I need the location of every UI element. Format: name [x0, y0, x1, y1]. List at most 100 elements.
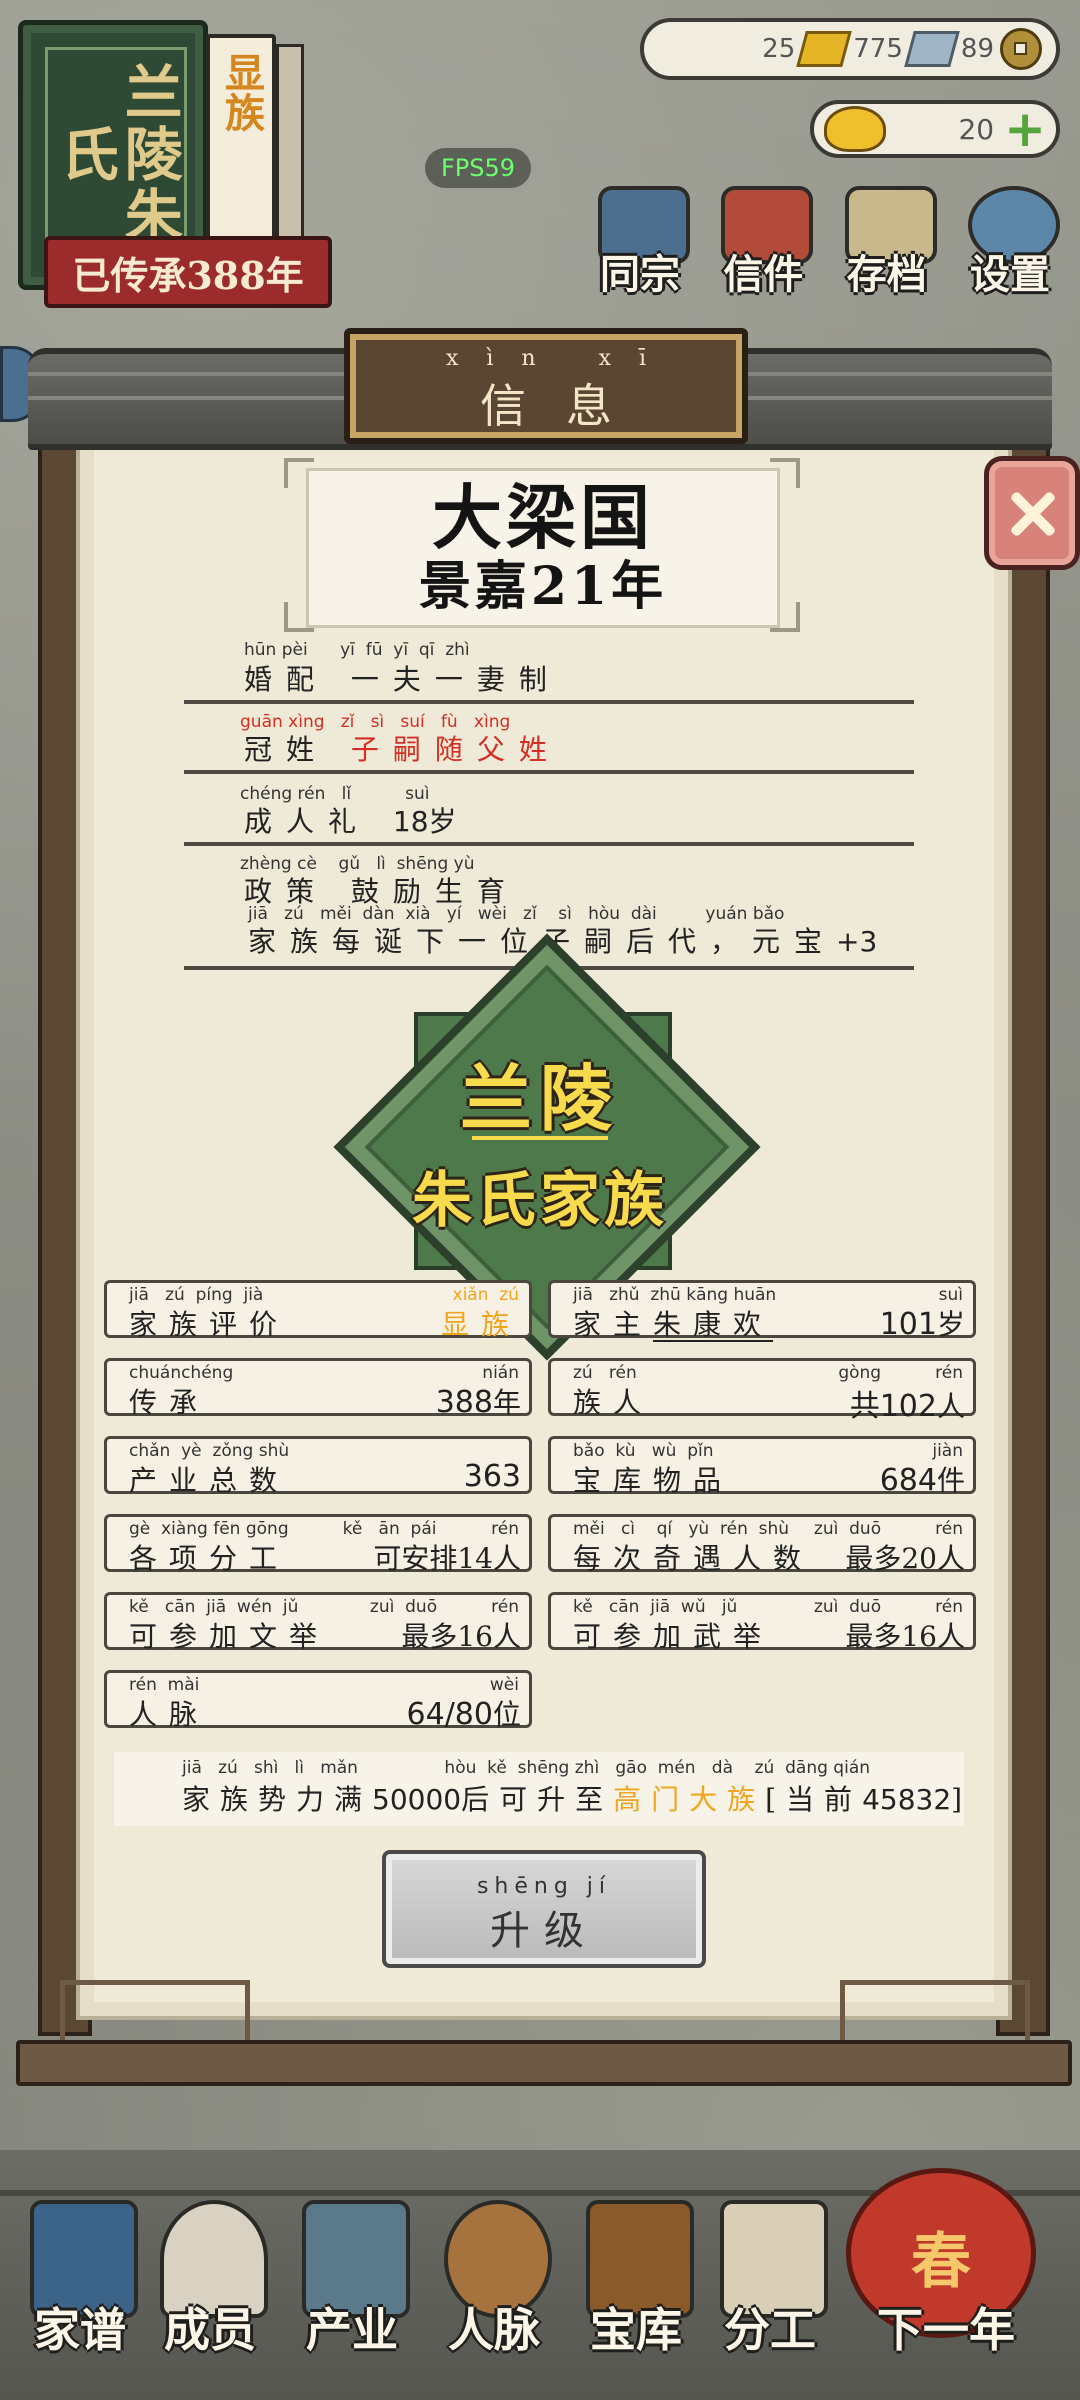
book-spine	[276, 44, 304, 260]
progress-label: 家族势力满	[182, 1783, 373, 1816]
fps-counter: FPS59	[425, 148, 531, 188]
box-civil-exam: kě cān jiā wén jǔ 可参加文举 zuì duō rén 最多16…	[104, 1592, 532, 1653]
panel-base	[16, 2040, 1072, 2086]
box-label: 家族评价	[129, 1308, 290, 1341]
box-pinyin: suì	[938, 1285, 963, 1305]
title-board: xìn xī 信息	[344, 328, 748, 444]
box-pinyin: gè xiàng fēn gōng kě ān pái	[129, 1519, 437, 1539]
nav-save-button[interactable]: 存档	[827, 180, 947, 300]
emblem-place: 兰陵	[459, 1056, 620, 1141]
box-value: 最多16人	[401, 1615, 521, 1655]
book-cover-title: 兰陵朱氏	[45, 47, 187, 263]
box-pinyin: zuì duō rén	[813, 1597, 963, 1617]
rule-number: 18	[392, 805, 429, 838]
right-rail	[840, 1980, 1030, 2041]
progress-bracket: ]	[951, 1783, 973, 1816]
silver-count: 775	[853, 34, 903, 64]
upgrade-label: 升级	[490, 1908, 598, 1954]
box-unit: 人	[936, 1390, 965, 1423]
box-label: 家主朱康欢	[573, 1303, 773, 1343]
box-encounter: měi cì qí yù rén shù 每次奇遇人数 zuì duō rén …	[548, 1514, 976, 1575]
silver-ingot-icon	[904, 31, 960, 67]
box-number: 最多16	[401, 1620, 493, 1653]
nav-industry-button[interactable]: 产业	[282, 2190, 422, 2360]
left-rail	[60, 1980, 250, 2041]
nav-connections-label: 人脉	[448, 2303, 540, 2357]
resource-bar: 25 775 89	[640, 18, 1060, 80]
nav-tongzong-label: 同宗	[600, 251, 680, 298]
box-pinyin: zuì duō rén	[813, 1519, 963, 1539]
gold-count: 25	[762, 34, 796, 64]
emblem-clan: 朱氏家族	[412, 1166, 668, 1236]
box-label: 可参加武举	[573, 1620, 774, 1653]
box-label: 各项分工	[129, 1542, 290, 1575]
box-pinyin: jiā zú píng jià	[129, 1285, 264, 1305]
gold-ingot-icon	[796, 31, 853, 67]
box-inheritance: chuánchéng 传承 nián 388年	[104, 1358, 532, 1420]
box-clansmen: zú rén 族人 gòng rén 共102人	[548, 1358, 976, 1424]
box-pinyin: rén	[491, 1519, 519, 1539]
box-label: 人脉	[129, 1698, 210, 1731]
nav-letters-button[interactable]: 信件	[703, 180, 823, 300]
box-pinyin: jiàn	[932, 1441, 963, 1461]
upgrade-button[interactable]: shēng jí 升级	[382, 1850, 706, 1968]
box-pinyin: chǎn yè zǒng shù	[129, 1441, 290, 1461]
box-pinyin: nián	[482, 1363, 519, 1383]
nav-genealogy-button[interactable]: 家谱	[10, 2190, 150, 2360]
box-pinyin: zú rén	[573, 1363, 637, 1383]
nav-settings-label: 设置	[969, 251, 1050, 298]
state-card: 大梁国 景嘉21年	[306, 468, 780, 628]
rule-surname: guān xìng zǐ sì suí fù xìng 冠姓 子嗣随父姓	[184, 712, 914, 774]
yuanbao-bar: 20 +	[810, 100, 1060, 158]
rule-unit: 岁	[428, 805, 471, 838]
box-pinyin: měi cì qí yù rén shù	[573, 1519, 790, 1539]
yuanbao-icon	[824, 106, 886, 152]
nav-division-button[interactable]: 分工	[700, 2190, 840, 2360]
nav-letters-label: 信件	[723, 251, 804, 298]
modal-title: 信息	[480, 379, 652, 433]
nav-tongzong-button[interactable]: 同宗	[580, 180, 700, 300]
progress-target-rank: 高门大族	[613, 1783, 766, 1816]
box-value: 最多20人	[845, 1537, 965, 1577]
rule-text: 冠姓 子嗣随父姓	[244, 728, 561, 768]
corner-ornament	[284, 602, 314, 632]
nav-treasury-button[interactable]: 宝库	[566, 2190, 706, 2360]
box-number: 最多20	[845, 1542, 937, 1575]
nav-settings-button[interactable]: 设置	[950, 180, 1070, 300]
nav-members-button[interactable]: 成员	[140, 2190, 280, 2360]
title-pinyin: xìn xī	[445, 346, 675, 371]
box-value: 共102人	[850, 1381, 965, 1425]
box-pinyin: kě cān jiā wǔ jǔ	[573, 1597, 738, 1617]
box-treasury: bǎo kù wù pǐn 宝库物品 jiàn 684件	[548, 1436, 976, 1498]
clan-head-name-link[interactable]: 朱康欢	[653, 1308, 773, 1341]
box-value: 101岁	[880, 1303, 965, 1343]
inherit-ribbon: 已传承388年	[44, 236, 332, 308]
box-pinyin: chuánchéng	[129, 1363, 234, 1383]
close-button[interactable]	[984, 456, 1080, 570]
corner-ornament	[770, 602, 800, 632]
box-number: 684	[879, 1463, 937, 1498]
rule-label: 成人礼	[244, 805, 393, 838]
progress-label: 后可升至	[461, 1783, 614, 1816]
box-pinyin: wèi	[489, 1675, 519, 1695]
box-label-text: 家主	[573, 1308, 654, 1341]
corner-ornament	[284, 458, 314, 488]
clan-rank-label: 显族	[206, 34, 276, 254]
box-label: 宝库物品	[573, 1464, 734, 1497]
state-year: 景嘉21年	[418, 556, 668, 617]
next-year-button[interactable]: 下一年	[866, 2190, 1026, 2360]
rule-coming-of-age: chéng rén lǐ suì 成人礼 18岁	[184, 784, 914, 846]
box-pinyin: gòng rén	[838, 1363, 963, 1383]
rule-marriage: hūn pèi yī fū yī qī zhì 婚配 一夫一妻制	[184, 640, 914, 704]
add-yuanbao-icon[interactable]: +	[1004, 104, 1046, 154]
box-unit: 年	[492, 1386, 521, 1419]
progress-text: 家族势力满50000后可升至高门大族[当前45832]	[182, 1778, 972, 1818]
box-label: 产业总数	[129, 1464, 290, 1497]
rule-value: 子嗣随父姓	[350, 733, 561, 766]
box-value: 可安排14人	[373, 1537, 521, 1577]
box-number: 101	[879, 1307, 937, 1342]
rule-label: 冠姓	[244, 733, 351, 766]
nav-connections-button[interactable]: 人脉	[424, 2190, 564, 2360]
progress-label: [当前	[765, 1783, 863, 1816]
box-unit: 件	[936, 1464, 965, 1497]
